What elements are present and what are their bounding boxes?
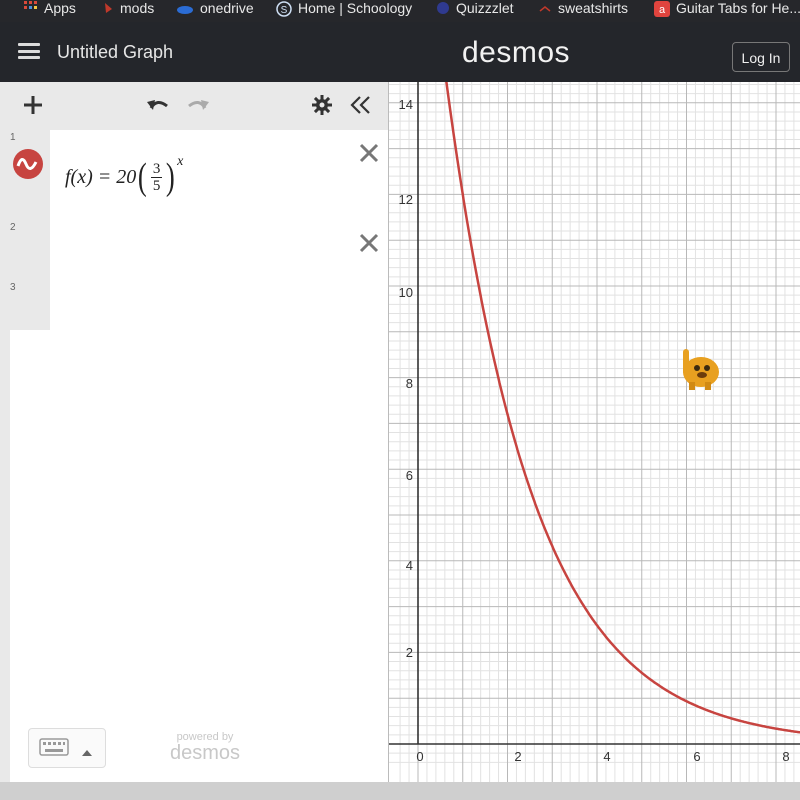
redo-icon[interactable]	[184, 90, 212, 120]
y-tick-label: 10	[399, 285, 413, 300]
expression-panel: 1 f(x) = 20 ( 3 5 ) x 2 3 powered by des…	[10, 82, 389, 782]
y-tick-label: 4	[406, 558, 413, 573]
x-tick-label: 2	[514, 749, 521, 764]
right-paren: )	[166, 156, 176, 198]
fraction: 3 5	[150, 160, 163, 194]
app-header: Untitled Graph desmos Log In	[0, 22, 800, 82]
major-gridlines	[389, 82, 800, 782]
expression-row[interactable]: 3	[10, 280, 388, 330]
powered-by-brand: desmos	[169, 742, 241, 764]
bookmark-onedrive[interactable]: onedrive	[176, 0, 254, 22]
expression-row[interactable]: 1 f(x) = 20 ( 3 5 ) x	[10, 130, 388, 221]
apps-grid-icon	[24, 1, 38, 15]
bookmark-mods[interactable]: mods	[104, 0, 154, 22]
bookmark-quizlet[interactable]: Quizzzlet	[436, 0, 514, 22]
x-tick-label: 0	[416, 749, 423, 764]
mods-icon	[104, 1, 114, 15]
y-tick-label: 2	[406, 645, 413, 660]
graph-svg[interactable]: 14 12 10 8 6 4 2 0 2 4 6 8	[389, 0, 800, 782]
double-chevron-left-icon[interactable]	[346, 90, 374, 120]
y-tick-label: 6	[406, 468, 413, 483]
y-tick-labels: 14 12 10 8 6 4 2	[399, 97, 413, 660]
keyboard-toggle-button[interactable]	[28, 728, 106, 768]
bookmarks-bar: Apps mods onedrive S Home | Schoology Qu…	[0, 0, 800, 22]
expression-gutter: 2	[10, 220, 50, 280]
bookmark-schoology[interactable]: S Home | Schoology	[276, 0, 412, 22]
function-curve[interactable]	[418, 0, 800, 736]
row-number: 2	[10, 222, 16, 233]
svg-text:a: a	[659, 4, 666, 16]
window-bottom-edge	[0, 782, 800, 800]
svg-text:S: S	[281, 5, 288, 16]
math-expression[interactable]: f(x) = 20 ( 3 5 ) x	[65, 154, 183, 198]
expression-toolbar	[10, 82, 388, 131]
y-tick-label: 14	[399, 97, 413, 112]
expression-gutter: 1	[10, 130, 50, 220]
bookmark-sweatshirts[interactable]: sweatshirts	[538, 0, 628, 22]
graph-title[interactable]: Untitled Graph	[57, 42, 173, 63]
gear-icon[interactable]	[310, 90, 334, 120]
exponent: x	[177, 154, 184, 169]
minor-gridlines	[389, 82, 800, 782]
axes	[389, 82, 800, 745]
graph-canvas[interactable]: 14 12 10 8 6 4 2 0 2 4 6 8	[389, 0, 800, 782]
undo-icon[interactable]	[144, 90, 172, 120]
bookmark-guitar-tabs[interactable]: a Guitar Tabs for He...	[654, 0, 800, 22]
window-left-edge	[0, 82, 10, 782]
fraction-numerator: 3	[150, 160, 163, 178]
onedrive-cloud-icon	[176, 1, 194, 15]
keyboard-icon	[39, 738, 69, 761]
expression-row[interactable]: 2	[10, 220, 388, 281]
row-number: 1	[10, 132, 16, 143]
hamburger-icon[interactable]	[18, 43, 40, 59]
expression-gutter: 3	[10, 280, 50, 330]
y-tick-label: 8	[406, 376, 413, 391]
graph-color-toggle-icon[interactable]	[12, 148, 44, 185]
bookmark-apps[interactable]: Apps	[24, 0, 76, 22]
powered-by-desmos[interactable]: powered by desmos	[160, 732, 250, 764]
close-icon[interactable]	[358, 232, 380, 254]
x-tick-label: 4	[603, 749, 610, 764]
expression-lhs: f(x) = 20	[65, 165, 137, 188]
row-number: 3	[10, 282, 16, 293]
x-tick-label: 6	[693, 749, 700, 764]
left-paren: (	[138, 156, 148, 198]
x-tick-label: 8	[782, 749, 789, 764]
caret-up-icon	[81, 744, 93, 762]
schoology-s-icon: S	[276, 1, 292, 17]
quizlet-icon	[436, 1, 450, 15]
y-tick-label: 12	[399, 192, 413, 207]
x-tick-labels: 0 2 4 6 8	[416, 749, 789, 764]
a-letter-icon: a	[654, 1, 670, 17]
close-icon[interactable]	[358, 142, 380, 164]
fraction-denominator: 5	[152, 177, 161, 194]
desmos-logo: desmos	[462, 36, 571, 69]
plus-icon[interactable]	[20, 90, 46, 120]
login-button[interactable]: Log In	[732, 42, 790, 72]
sweatshirts-icon	[538, 1, 552, 15]
